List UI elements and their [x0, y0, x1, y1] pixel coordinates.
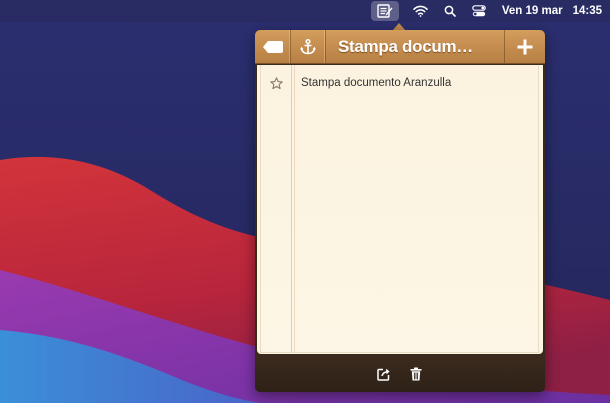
anchor-icon — [300, 38, 316, 54]
trash-icon — [410, 367, 422, 381]
control-center-icon — [472, 5, 486, 17]
wifi-icon — [413, 5, 428, 17]
note-paper: Stampa documento Aranzulla — [257, 65, 543, 354]
note-title: Stampa docum… — [338, 36, 473, 56]
search-icon — [444, 5, 456, 17]
delete-button[interactable] — [407, 365, 425, 383]
star-icon — [270, 77, 283, 90]
menubar-date: Ven 19 mar — [501, 5, 563, 17]
menu-bar: Ven 19 mar 14:35 — [0, 0, 610, 22]
note-page[interactable]: Stampa documento Aranzulla — [261, 65, 538, 352]
note-body-text[interactable]: Stampa documento Aranzulla — [301, 77, 451, 89]
margin-line — [294, 65, 295, 352]
anchor-button[interactable] — [291, 30, 326, 63]
share-button[interactable] — [375, 365, 393, 383]
clock[interactable]: Ven 19 mar 14:35 — [494, 0, 610, 22]
add-icon — [517, 39, 533, 54]
notes-app-icon — [377, 4, 393, 18]
note-margin — [261, 65, 292, 352]
notes-app-menu-icon[interactable] — [370, 1, 399, 21]
back-icon — [262, 40, 283, 53]
back-button[interactable] — [255, 30, 291, 63]
wifi-menu-icon[interactable] — [405, 0, 436, 22]
popover-toolbar: Stampa docum… — [255, 30, 545, 64]
desktop: Ven 19 mar 14:35 Stampa docum… Stampa do… — [0, 0, 610, 403]
spotlight-menu-icon[interactable] — [436, 0, 464, 22]
add-note-button[interactable] — [504, 30, 545, 63]
menubar-time: 14:35 — [572, 5, 602, 17]
star-button[interactable] — [270, 77, 283, 95]
popover-bottom-bar — [255, 356, 545, 392]
share-icon — [377, 368, 390, 381]
notes-popover: Stampa docum… Stampa documento Aranzulla — [255, 30, 545, 392]
control-center-menu-icon[interactable] — [464, 0, 494, 22]
